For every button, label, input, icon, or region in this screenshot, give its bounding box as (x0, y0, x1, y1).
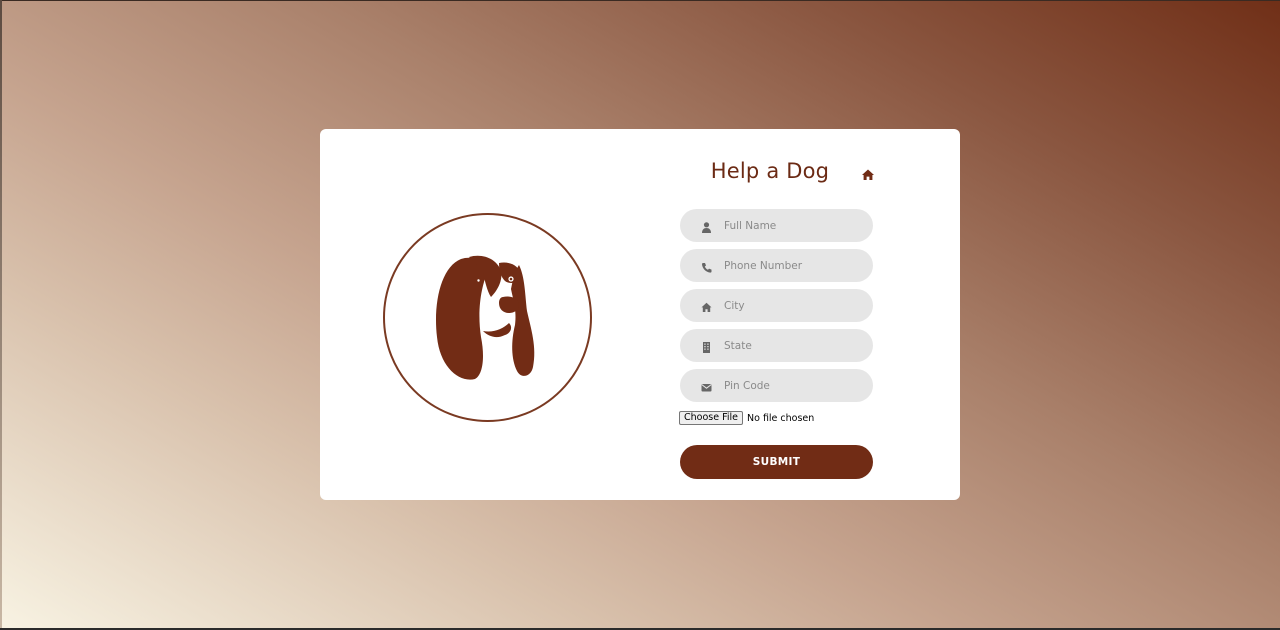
window-top-edge (0, 0, 1280, 1)
phone-number-input[interactable] (724, 249, 864, 282)
dog-logo-icon (383, 213, 592, 422)
state-input[interactable] (724, 329, 864, 362)
home-icon (700, 299, 713, 312)
full-name-field (680, 209, 873, 242)
window-left-edge (0, 0, 2, 630)
city-field (680, 289, 873, 322)
phone-icon (700, 259, 713, 273)
form-title: Help a Dog (710, 159, 830, 183)
choose-file-button[interactable]: Choose File (679, 411, 743, 425)
dog-logo-graphic (436, 255, 535, 380)
user-icon (700, 219, 713, 233)
file-status-text: No file chosen (747, 412, 815, 424)
phone-number-field (680, 249, 873, 282)
submit-button[interactable]: SUBMIT (680, 445, 873, 479)
home-icon[interactable] (861, 167, 875, 181)
envelope-icon (700, 379, 713, 392)
building-icon (700, 339, 713, 353)
city-input[interactable] (724, 289, 864, 322)
state-field (680, 329, 873, 362)
form-card: Help a Dog Full Name Phone Number City S… (320, 129, 960, 500)
full-name-input[interactable] (724, 209, 864, 242)
pin-code-input[interactable] (724, 369, 864, 402)
file-upload: Choose File No file chosen (679, 410, 814, 426)
pin-code-field (680, 369, 873, 402)
